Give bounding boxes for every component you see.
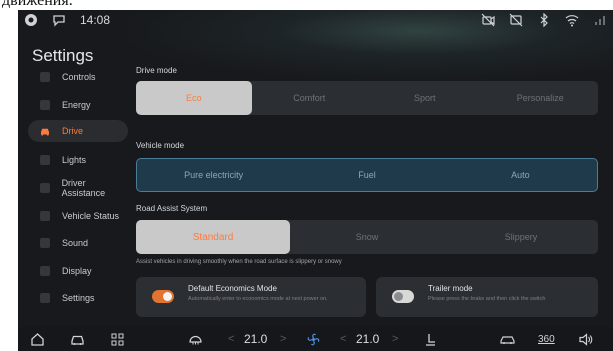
sidebar-item-sound[interactable]: Sound <box>28 232 128 254</box>
lights-icon <box>40 155 50 165</box>
toggle-knob <box>163 292 172 301</box>
drive-mode-comfort[interactable]: Comfort <box>252 81 368 115</box>
car-display-screen: 14:08 Settings Controls Energy Drive Lig… <box>18 10 613 351</box>
right-temperature: 21.0 <box>356 332 380 346</box>
sidebar-item-vehicle-status[interactable]: Vehicle Status <box>28 205 128 227</box>
drive-mode-eco[interactable]: Eco <box>136 81 252 115</box>
toggle-knob <box>394 292 403 301</box>
default-economics-title: Default Economics Mode <box>188 284 277 293</box>
status-time: 14:08 <box>80 13 111 27</box>
volume-icon[interactable] <box>578 331 593 347</box>
energy-icon <box>40 100 50 110</box>
default-economics-desc: Automatically enter to economics mode at… <box>188 296 328 302</box>
status-bar: 14:08 <box>18 10 613 32</box>
road-assist-snow[interactable]: Snow <box>290 220 444 254</box>
signal-icon <box>593 13 607 27</box>
left-temperature: 21.0 <box>244 332 268 346</box>
road-assist-slippery[interactable]: Slippery <box>444 220 598 254</box>
default-economics-card: Default Economics Mode Automatically ent… <box>136 277 366 317</box>
sound-icon <box>40 238 50 248</box>
sidebar-item-label: Display <box>62 266 92 276</box>
sidebar-item-label: Sound <box>62 238 89 248</box>
wifi-icon <box>565 13 579 27</box>
sidebar-item-label: Energy <box>62 100 91 110</box>
camera-icon[interactable] <box>24 13 38 27</box>
sidebar-item-label: Controls <box>62 72 96 82</box>
sidebar-item-label: Settings <box>62 293 95 303</box>
sidebar-item-driver-assistance[interactable]: Driver Assistance <box>28 177 128 199</box>
right-temp-decrease-button[interactable]: < <box>340 331 346 347</box>
sidebar-item-label: Vehicle Status <box>62 211 120 221</box>
page-title: Settings <box>32 46 94 65</box>
chat-icon[interactable] <box>52 13 66 27</box>
sidebar-item-drive[interactable]: Drive <box>28 120 128 142</box>
car-icon[interactable] <box>70 331 85 347</box>
trailer-mode-desc: Please press the brake and then click th… <box>428 296 546 302</box>
display-icon <box>40 266 50 276</box>
drive-settings-panel: Drive mode Eco Comfort Sport Personalize… <box>136 32 606 332</box>
camera-off-icon <box>481 13 495 27</box>
home-icon[interactable] <box>30 331 45 347</box>
sidebar-item-settings[interactable]: Settings <box>28 287 128 309</box>
bluetooth-icon <box>537 13 551 27</box>
driver-assistance-icon <box>40 183 50 193</box>
apps-grid-icon[interactable] <box>110 331 125 347</box>
road-assist-selector: Standard Snow Slippery <box>136 220 598 254</box>
controls-icon <box>40 72 50 82</box>
road-assist-hint: Assist vehicles in driving smoothly when… <box>136 259 342 265</box>
vehicle-mode-auto[interactable]: Auto <box>444 159 597 191</box>
vehicle-mode-label: Vehicle mode <box>136 141 185 150</box>
sidebar-item-energy[interactable]: Energy <box>28 94 128 116</box>
settings-sidebar: Settings Controls Energy Drive Lights Dr… <box>18 32 130 327</box>
fan-icon[interactable] <box>306 331 321 347</box>
trailer-mode-toggle[interactable] <box>392 290 414 303</box>
camera-360-button[interactable]: 360 <box>538 331 555 347</box>
road-assist-label: Road Assist System <box>136 204 208 213</box>
trailer-mode-title: Trailer mode <box>428 284 473 293</box>
sidebar-item-label: Driver Assistance <box>61 178 106 198</box>
trailer-mode-card: Trailer mode Please press the brake and … <box>376 277 598 317</box>
caption-text: движения. <box>2 0 73 9</box>
sidebar-item-display[interactable]: Display <box>28 260 128 282</box>
road-assist-standard[interactable]: Standard <box>136 220 290 254</box>
vehicle-mode-pure-electricity[interactable]: Pure electricity <box>137 159 290 191</box>
seat-heat-icon[interactable] <box>423 331 438 347</box>
sidebar-item-label: Drive <box>62 126 84 136</box>
sidebar-item-label: Lights <box>62 155 87 165</box>
vehicle-mode-fuel[interactable]: Fuel <box>290 159 443 191</box>
bottom-dock: < 21.0 > < 21.0 > 360 <box>18 327 613 351</box>
device-off-icon <box>509 13 523 27</box>
drive-mode-personalize[interactable]: Personalize <box>483 81 599 115</box>
caption-text-strip: движения. <box>0 0 613 10</box>
default-economics-toggle[interactable] <box>152 290 174 303</box>
sidebar-item-lights[interactable]: Lights <box>28 149 128 171</box>
car-icon <box>40 126 50 136</box>
right-temp-increase-button[interactable]: > <box>392 331 398 347</box>
left-temp-increase-button[interactable]: > <box>280 331 286 347</box>
gear-icon <box>40 293 50 303</box>
vehicle-mode-selector: Pure electricity Fuel Auto <box>136 158 598 192</box>
drive-mode-sport[interactable]: Sport <box>367 81 483 115</box>
left-temp-decrease-button[interactable]: < <box>228 331 234 347</box>
drive-mode-label: Drive mode <box>136 66 177 75</box>
defrost-icon[interactable] <box>188 331 203 347</box>
sidebar-item-controls[interactable]: Controls <box>28 66 128 88</box>
vehicle-status-icon <box>40 211 50 221</box>
drive-mode-selector: Eco Comfort Sport Personalize <box>136 81 598 115</box>
car-view-icon[interactable] <box>500 331 515 347</box>
